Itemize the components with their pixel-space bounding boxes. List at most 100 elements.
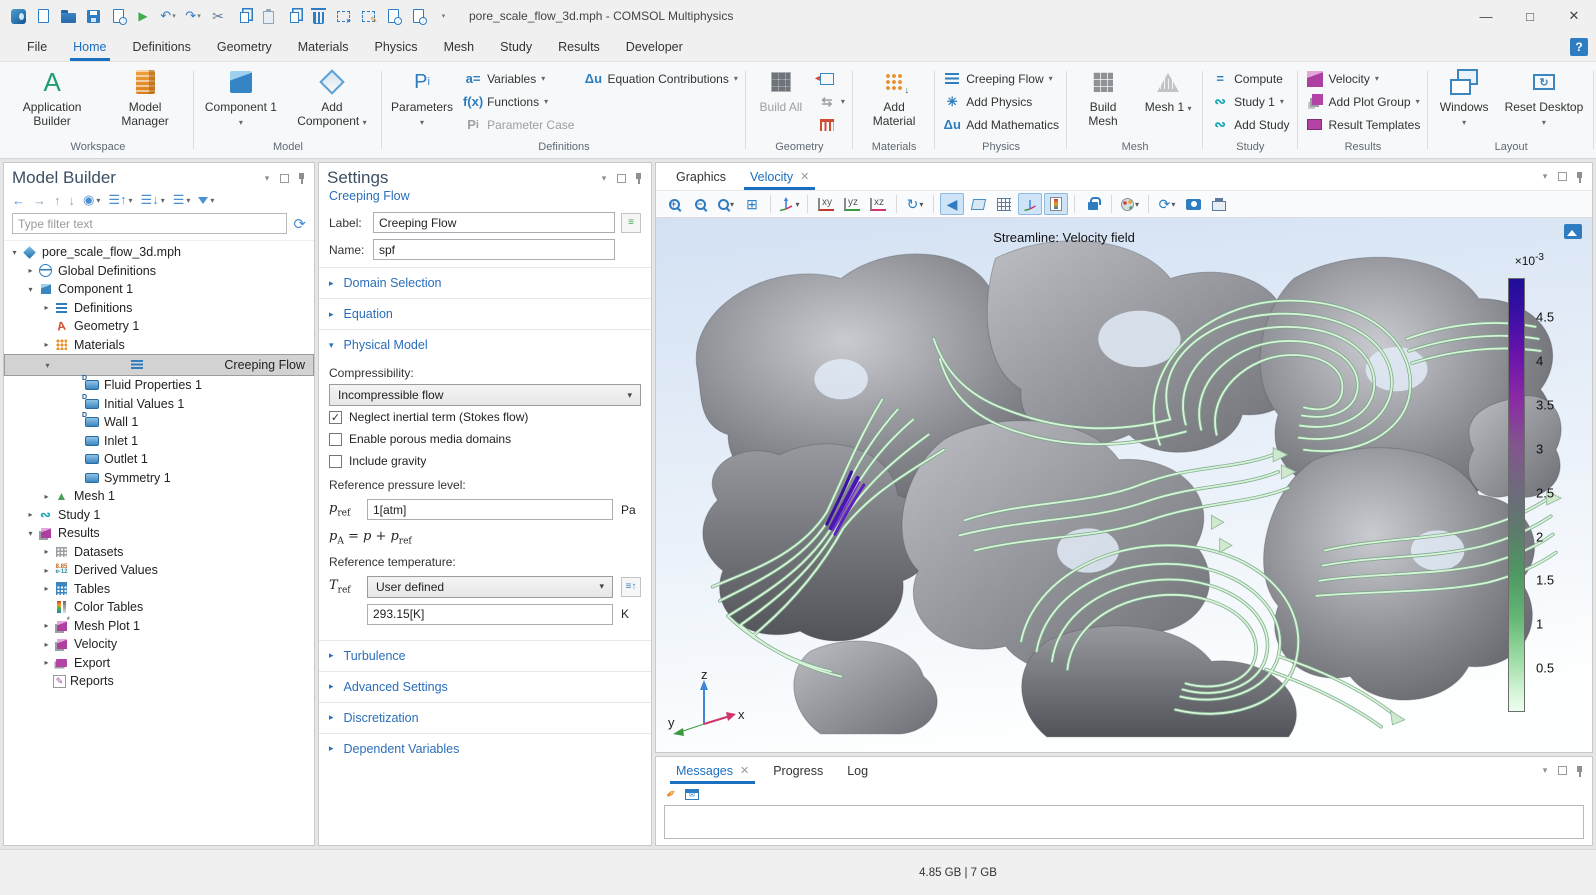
collapse-icon[interactable]: ☰↑▾ bbox=[108, 192, 132, 208]
section-physical-model[interactable]: ▾Physical Model bbox=[319, 329, 651, 360]
add-component-button[interactable]: Add Component ▾ bbox=[286, 63, 378, 129]
go-to-source-icon[interactable]: ≡↑ bbox=[621, 577, 641, 597]
section-discretization[interactable]: ▸Discretization bbox=[319, 702, 651, 733]
application-builder-button[interactable]: A Application Builder bbox=[6, 63, 98, 129]
tree-item-reports[interactable]: Reports bbox=[4, 672, 314, 691]
functions-button[interactable]: f(x) Functions▾ bbox=[460, 91, 578, 112]
tree-item-fluid-properties-1[interactable]: Fluid Properties 1 bbox=[4, 376, 314, 395]
velocity-plot-button[interactable]: Velocity▾ bbox=[1302, 68, 1425, 89]
move-down-icon[interactable]: ↓ bbox=[69, 193, 76, 208]
section-equation[interactable]: ▸Equation bbox=[319, 298, 651, 329]
geometry-import-button[interactable] bbox=[814, 68, 849, 89]
tree-item-initial-values-1[interactable]: Initial Values 1 bbox=[4, 395, 314, 414]
redo-icon[interactable]: ↷▾ bbox=[181, 4, 205, 28]
section-turbulence[interactable]: ▸Turbulence bbox=[319, 640, 651, 671]
zoom-box-icon[interactable]: ▾ bbox=[714, 193, 738, 215]
close-button[interactable]: ✕ bbox=[1552, 0, 1596, 32]
add-material-button[interactable]: Add Material bbox=[857, 63, 931, 129]
maximize-button[interactable]: □ bbox=[1508, 0, 1552, 32]
tab-results[interactable]: Results bbox=[545, 32, 613, 61]
undo-icon[interactable]: ↶▾ bbox=[156, 4, 180, 28]
panel-menu-icon[interactable]: ▾ bbox=[261, 172, 273, 184]
add-plot-group-button[interactable]: Add Plot Group▾ bbox=[1302, 91, 1425, 112]
tree-item-geometry-1[interactable]: Geometry 1 bbox=[4, 317, 314, 336]
panel-menu-icon[interactable]: ▾ bbox=[1539, 171, 1551, 183]
include-gravity-checkbox[interactable]: Include gravity bbox=[329, 450, 641, 472]
tree-item-datasets[interactable]: ▸Datasets bbox=[4, 543, 314, 562]
zoom-selected-icon[interactable] bbox=[381, 4, 405, 28]
new-file-icon[interactable] bbox=[31, 4, 55, 28]
result-templates-button[interactable]: Result Templates bbox=[1302, 114, 1425, 135]
tree-item-results[interactable]: ▾Results bbox=[4, 524, 314, 543]
tree-item-derived-values[interactable]: ▸Derived Values bbox=[4, 561, 314, 580]
customize-qat-icon[interactable]: ▾ bbox=[431, 4, 455, 28]
back-icon[interactable]: ← bbox=[12, 193, 25, 208]
panel-menu-icon[interactable]: ▾ bbox=[1539, 765, 1551, 777]
label-input[interactable] bbox=[373, 212, 615, 233]
color-theme-icon[interactable]: ▾ bbox=[1118, 193, 1142, 215]
tab-study[interactable]: Study bbox=[487, 32, 545, 61]
tree-item-study-1[interactable]: ▸Study 1 bbox=[4, 506, 314, 525]
messages-output[interactable] bbox=[664, 805, 1584, 839]
view-xz-icon[interactable]: xz bbox=[866, 193, 890, 215]
view-xy-icon[interactable]: xy bbox=[814, 193, 838, 215]
tab-progress[interactable]: Progress bbox=[761, 757, 835, 784]
delete-icon[interactable] bbox=[306, 4, 330, 28]
cut-icon[interactable]: ✂ bbox=[206, 4, 230, 28]
edit-label-icon[interactable]: ≡ bbox=[621, 213, 641, 233]
parameters-button[interactable]: Pi Parameters▾ bbox=[386, 63, 458, 129]
tree-item-symmetry-1[interactable]: Symmetry 1 bbox=[4, 469, 314, 488]
help-button[interactable]: ? bbox=[1570, 38, 1588, 56]
tree-item-wall-1[interactable]: Wall 1 bbox=[4, 413, 314, 432]
name-input[interactable] bbox=[373, 239, 615, 260]
component-1-button[interactable]: Component 1 ▾ bbox=[198, 63, 284, 129]
tab-home[interactable]: Home bbox=[60, 32, 119, 61]
panel-float-icon[interactable] bbox=[617, 174, 626, 183]
reference-temperature-select[interactable]: User defined▾ bbox=[367, 576, 613, 598]
transparency-icon[interactable] bbox=[966, 193, 990, 215]
panel-pin-icon[interactable] bbox=[1574, 171, 1584, 183]
variables-button[interactable]: a= Variables▾ bbox=[460, 68, 578, 89]
minimize-button[interactable]: — bbox=[1464, 0, 1508, 32]
tree-item-component-1[interactable]: ▾Component 1 bbox=[4, 280, 314, 299]
graphics-canvas[interactable]: Streamline: Velocity field ×10-3 4.5 4 3… bbox=[656, 218, 1592, 752]
tree-item-creeping-flow[interactable]: ▾Creeping Flow bbox=[4, 354, 314, 376]
remove-details-button[interactable] bbox=[814, 114, 849, 135]
section-advanced-settings[interactable]: ▸Advanced Settings bbox=[319, 671, 651, 702]
message-window-icon[interactable] bbox=[685, 789, 699, 800]
zoom-out-icon[interactable]: − bbox=[688, 193, 712, 215]
add-mathematics-button[interactable]: Δu Add Mathematics bbox=[939, 114, 1063, 135]
snapshot-icon[interactable] bbox=[1181, 193, 1205, 215]
model-tree-nodes-icon[interactable]: ☰▾ bbox=[173, 192, 191, 208]
tab-mesh[interactable]: Mesh bbox=[431, 32, 488, 61]
windows-button[interactable]: Windows ▾ bbox=[1432, 63, 1496, 129]
save-icon[interactable] bbox=[81, 4, 105, 28]
tab-file[interactable]: File bbox=[14, 32, 60, 61]
reference-temperature-input[interactable] bbox=[367, 604, 613, 625]
open-file-icon[interactable] bbox=[56, 4, 80, 28]
tree-item-mesh-plot-1[interactable]: ▸Mesh Plot 1 bbox=[4, 617, 314, 636]
image-icon[interactable] bbox=[1564, 224, 1582, 239]
panel-float-icon[interactable] bbox=[280, 174, 289, 183]
study-1-button[interactable]: ∾ Study 1▾ bbox=[1207, 91, 1293, 112]
tab-physics[interactable]: Physics bbox=[361, 32, 430, 61]
build-all-button[interactable]: Build All bbox=[750, 63, 812, 114]
clear-messages-icon[interactable]: ✒ bbox=[662, 784, 680, 803]
deselect-box-icon[interactable] bbox=[356, 4, 380, 28]
zoom-extents-icon[interactable]: ⊞ bbox=[740, 193, 764, 215]
expand-icon[interactable]: ☰↓▾ bbox=[141, 192, 165, 208]
reference-pressure-input[interactable] bbox=[367, 499, 613, 520]
rotate-icon[interactable]: ↻▾ bbox=[903, 193, 927, 215]
show-icon[interactable]: ◉▾ bbox=[83, 192, 100, 208]
panel-float-icon[interactable] bbox=[1558, 766, 1567, 775]
panel-float-icon[interactable] bbox=[1558, 172, 1567, 181]
porous-media-checkbox[interactable]: Enable porous media domains bbox=[329, 428, 641, 450]
tree-item-global-definitions[interactable]: ▸Global Definitions bbox=[4, 262, 314, 281]
section-dependent-variables[interactable]: ▸Dependent Variables bbox=[319, 733, 651, 764]
print-icon[interactable] bbox=[1207, 193, 1231, 215]
tree-item-outlet-1[interactable]: Outlet 1 bbox=[4, 450, 314, 469]
filter-input[interactable] bbox=[12, 213, 287, 234]
plot-icon[interactable]: ⟳▾ bbox=[1155, 193, 1179, 215]
color-legend-icon[interactable] bbox=[1044, 193, 1068, 215]
mesh-1-button[interactable]: Mesh 1 ▾ bbox=[1137, 63, 1199, 114]
